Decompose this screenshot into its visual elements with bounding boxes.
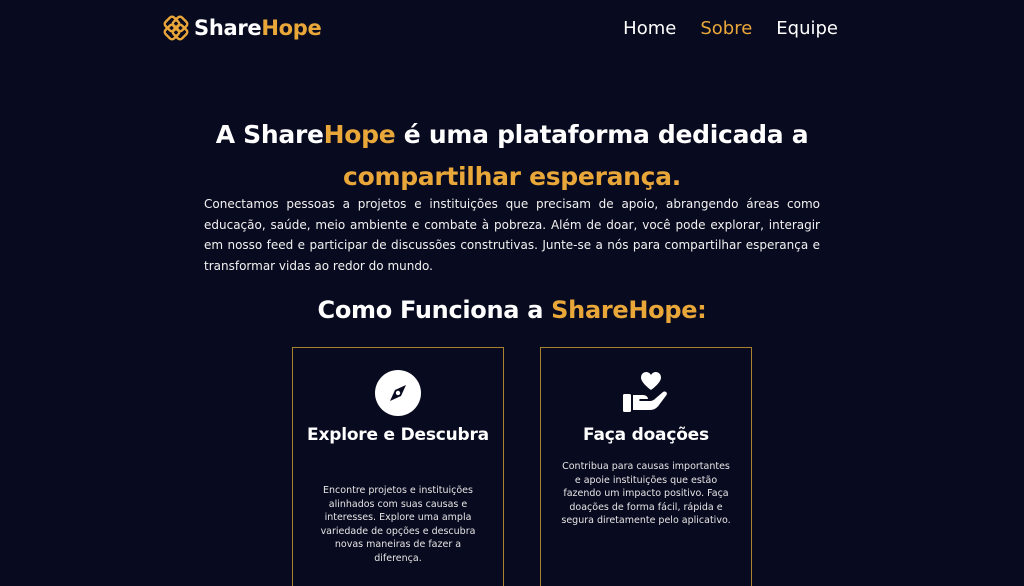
hero-title-prefix: A: [215, 120, 244, 149]
hero-title: A ShareHope é uma plataforma dedicada a …: [180, 114, 844, 198]
nav-equipe-link[interactable]: Equipe: [776, 18, 838, 39]
brand-logo[interactable]: ShareHope: [162, 14, 322, 42]
feature-card-donate: Faça doações Contribua para causas impor…: [540, 347, 752, 586]
interlocked-squares-logo-icon: [163, 15, 189, 41]
brand-name-part1: Share: [194, 16, 262, 40]
nav-sobre-link[interactable]: Sobre: [700, 18, 752, 39]
main-nav: Home Sobre Equipe: [623, 18, 838, 39]
hero-title-brand-part2: Hope: [323, 120, 396, 149]
hero-title-middle: é uma plataforma dedicada a: [395, 120, 809, 149]
how-it-works-title-brand: ShareHope:: [551, 296, 707, 324]
compass-icon: [375, 370, 421, 416]
nav-home-link[interactable]: Home: [623, 18, 676, 39]
feature-card-title: Explore e Descubra: [307, 425, 489, 445]
feature-card-text: Contribua para causas importantes e apoi…: [561, 461, 731, 527]
brand-name: ShareHope: [194, 16, 322, 40]
feature-card-explore: Explore e Descubra Encontre projetos e i…: [292, 347, 504, 586]
hero-description: Conectamos pessoas a projetos e institui…: [204, 197, 820, 273]
hero-title-brand-part1: Share: [243, 120, 324, 149]
site-header: ShareHope Home Sobre Equipe: [0, 0, 1024, 60]
page: ShareHope Home Sobre Equipe A ShareHope …: [0, 0, 1024, 586]
feature-card-title: Faça doações: [583, 425, 709, 445]
hand-heart-icon: [623, 372, 667, 412]
feature-card-text: Encontre projetos e instituições alinhad…: [320, 485, 476, 564]
how-it-works-title-prefix: Como Funciona a: [317, 296, 552, 324]
how-it-works-title: Como Funciona a ShareHope:: [200, 296, 824, 324]
brand-name-part2: Hope: [261, 16, 322, 40]
hero-title-highlight: compartilhar esperança.: [343, 162, 681, 191]
